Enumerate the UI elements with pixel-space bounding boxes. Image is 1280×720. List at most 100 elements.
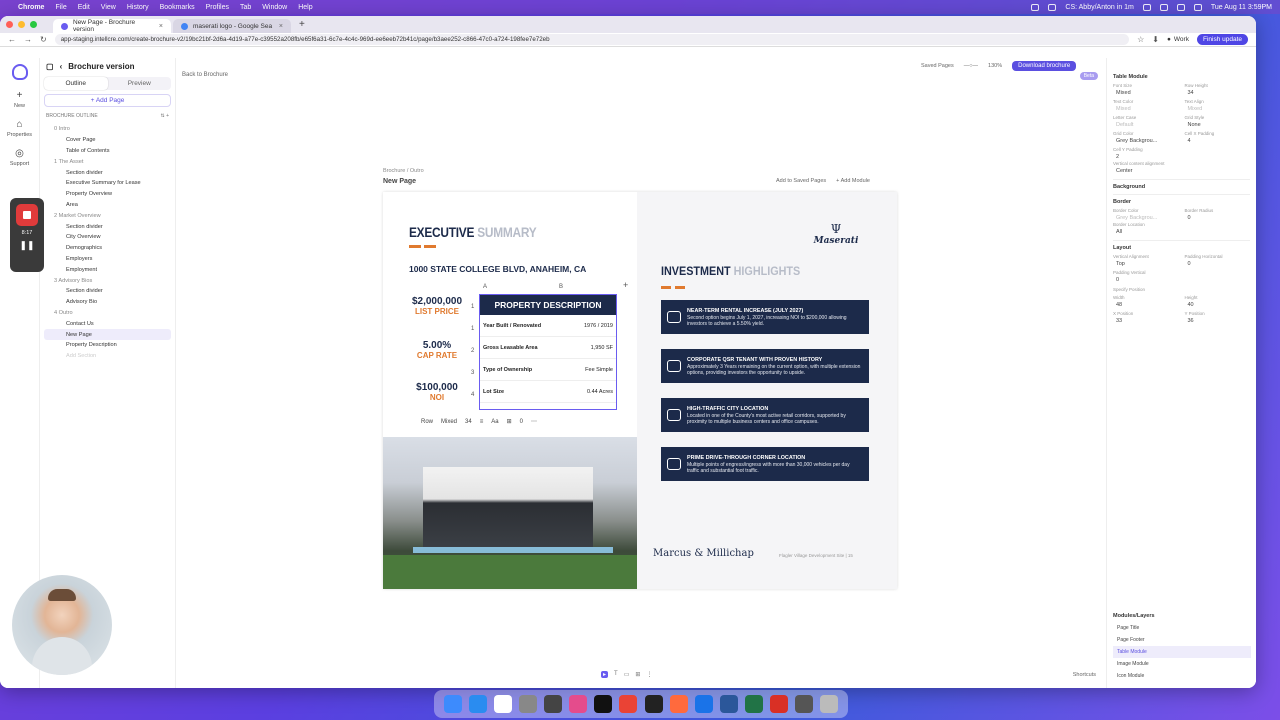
profile-button[interactable]: ● Work: [1167, 36, 1189, 43]
font-size-select[interactable]: Mixed: [1113, 88, 1179, 97]
back-icon[interactable]: ←: [8, 35, 16, 44]
finish-update-button[interactable]: Finish update: [1196, 34, 1248, 45]
outline-item[interactable]: Add Section: [44, 351, 171, 362]
maserati-logo[interactable]: Ψ Maserati: [805, 222, 867, 246]
app-icon[interactable]: [544, 695, 563, 713]
browser-tab-google[interactable]: maserati logo - Google Sea ×: [173, 19, 291, 33]
back-chevron-icon[interactable]: ‹: [60, 62, 63, 71]
back-to-brochure-link[interactable]: Back to Brochure: [182, 72, 228, 78]
shortcuts-button[interactable]: Shortcuts: [1073, 672, 1096, 678]
property-description-table[interactable]: PROPERTY DESCRIPTION Year Built / Renova…: [479, 294, 617, 410]
table-title[interactable]: PROPERTY DESCRIPTION: [480, 295, 616, 315]
battery-icon[interactable]: [1193, 3, 1202, 11]
download-brochure-button[interactable]: Download brochure: [1012, 61, 1077, 71]
layer-item[interactable]: Table Module: [1113, 646, 1251, 658]
outline-item[interactable]: City Overview: [44, 232, 171, 243]
close-tab-icon[interactable]: ×: [159, 23, 163, 30]
cell-y-padding-input[interactable]: 2: [1113, 152, 1179, 161]
outline-item[interactable]: New Page: [44, 329, 171, 340]
outline-section[interactable]: 0 Intro: [44, 124, 171, 135]
excel-icon[interactable]: [745, 695, 764, 713]
more-icon[interactable]: ⋯: [531, 418, 537, 425]
outline-item[interactable]: Executive Summary for Lease: [44, 178, 171, 189]
menu-edit[interactable]: Edit: [78, 4, 90, 11]
letter-case-select[interactable]: Default: [1113, 120, 1179, 129]
row-number[interactable]: 3: [471, 370, 474, 376]
pause-icon[interactable]: ❚❚: [19, 240, 34, 251]
download-icon[interactable]: ⬇: [1152, 35, 1159, 44]
outline-item[interactable]: Contact Us: [44, 318, 171, 329]
highlight-card[interactable]: NEAR-TERM RENTAL INCREASE (JULY 2027) Sec…: [661, 300, 869, 334]
y-position-input[interactable]: 36: [1185, 316, 1251, 325]
stat-list-price[interactable]: $2,000,000 LIST PRICE: [405, 296, 469, 316]
align-icon[interactable]: ≡: [480, 419, 484, 425]
status-icon[interactable]: [1048, 3, 1057, 11]
x-position-input[interactable]: 33: [1113, 316, 1179, 325]
image-tool-icon[interactable]: ▭: [624, 671, 630, 678]
status-icon[interactable]: [1159, 3, 1168, 11]
text-align-select[interactable]: Mixed: [1185, 104, 1251, 113]
menu-help[interactable]: Help: [298, 4, 312, 11]
menu-tab[interactable]: Tab: [240, 4, 251, 11]
outline-section[interactable]: 4 Outro: [44, 308, 171, 319]
saved-pages-button[interactable]: Saved Pages: [921, 63, 954, 69]
stat-noi[interactable]: $100,000 NOI: [405, 382, 469, 402]
outline-item[interactable]: Area: [44, 200, 171, 211]
word-icon[interactable]: [719, 695, 738, 713]
tab-preview[interactable]: Preview: [108, 77, 172, 90]
property-image[interactable]: [383, 437, 637, 589]
outline-item[interactable]: Property Description: [44, 340, 171, 351]
border-color-select[interactable]: Grey Backgrou...: [1113, 213, 1179, 222]
vertical-alignment-select[interactable]: Top: [1113, 259, 1179, 268]
font-size-select[interactable]: Mixed: [441, 419, 457, 425]
collapse-sidebar-icon[interactable]: ▢: [46, 62, 54, 71]
zoom-window-button[interactable]: [30, 21, 37, 28]
outline-item[interactable]: Section divider: [44, 221, 171, 232]
menu-bookmarks[interactable]: Bookmarks: [160, 4, 195, 11]
layer-item[interactable]: Page Footer: [1113, 634, 1251, 646]
layer-item[interactable]: Page Title: [1113, 622, 1251, 634]
page-footer[interactable]: Flagler Village Development Site | 15: [779, 553, 853, 558]
outline-section[interactable]: 2 Market Overview: [44, 210, 171, 221]
cell-x-padding-input[interactable]: 4: [1185, 136, 1251, 145]
outline-item[interactable]: Employers: [44, 254, 171, 265]
table-row[interactable]: Lot Size 0.44 Acres: [480, 381, 616, 403]
vertical-content-align-select[interactable]: Center: [1113, 166, 1250, 175]
padding-vertical-input[interactable]: 0: [1113, 275, 1179, 284]
highlight-card[interactable]: PRIME DRIVE-THROUGH CORNER LOCATION Multi…: [661, 447, 869, 481]
width-input[interactable]: 48: [1113, 300, 1179, 309]
chrome-icon[interactable]: [619, 695, 638, 713]
new-tab-button[interactable]: +: [293, 19, 311, 30]
select-tool-icon[interactable]: ▸: [601, 671, 609, 678]
row-number[interactable]: 1: [471, 326, 474, 332]
menu-view[interactable]: View: [101, 4, 116, 11]
grid-style-select[interactable]: None: [1185, 120, 1251, 129]
status-icon[interactable]: [1031, 3, 1040, 11]
url-input[interactable]: app-staging.intellcre.com/create-brochur…: [54, 34, 1130, 45]
webcam-bubble[interactable]: [12, 575, 112, 675]
add-to-saved-pages-button[interactable]: Add to Saved Pages: [776, 178, 826, 184]
outline-item[interactable]: Employment: [44, 264, 171, 275]
border-location-select[interactable]: All: [1113, 227, 1250, 236]
menu-app[interactable]: Chrome: [18, 4, 44, 11]
trash-icon[interactable]: [820, 695, 839, 713]
text-color-select[interactable]: Mixed: [1113, 104, 1179, 113]
padding-horizontal-input[interactable]: 0: [1185, 259, 1251, 268]
mail-icon[interactable]: [468, 695, 487, 713]
settings-icon[interactable]: [518, 695, 537, 713]
highlight-card[interactable]: CORPORATE QSR TENANT WITH PROVEN HISTORY…: [661, 349, 869, 383]
notion-icon[interactable]: [594, 695, 613, 713]
rail-new[interactable]: + New: [14, 90, 25, 109]
clock[interactable]: Tue Aug 11 3:59PM: [1211, 4, 1272, 11]
brand-logo[interactable]: Marcus & Millichap: [653, 548, 754, 559]
row-number[interactable]: 2: [471, 348, 474, 354]
close-tab-icon[interactable]: ×: [279, 23, 283, 30]
stop-recording-button[interactable]: [16, 204, 38, 226]
layer-item[interactable]: Icon Module: [1113, 670, 1251, 682]
outline-item[interactable]: Section divider: [44, 167, 171, 178]
outline-item[interactable]: Cover Page: [44, 135, 171, 146]
grid-color-select[interactable]: Grey Backgrou...: [1113, 136, 1179, 145]
zoom-level[interactable]: 130%: [988, 63, 1002, 69]
outline-item[interactable]: Section divider: [44, 286, 171, 297]
outline-item[interactable]: Advisory Bio: [44, 297, 171, 308]
